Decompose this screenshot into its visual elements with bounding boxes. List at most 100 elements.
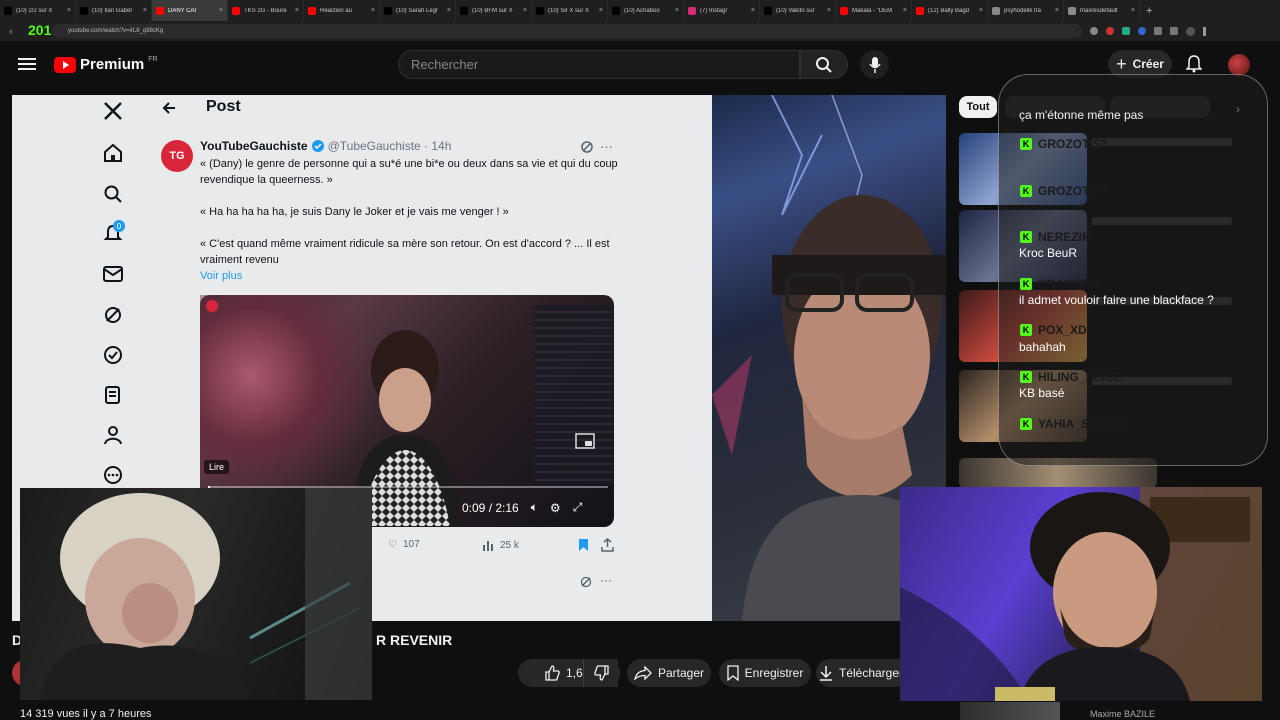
chip-all[interactable]: Tout: [959, 96, 997, 118]
extension-icon[interactable]: [1122, 27, 1130, 35]
tab-close-icon[interactable]: ×: [523, 7, 527, 14]
more-icon: [100, 462, 126, 488]
tab-close-icon[interactable]: ×: [295, 7, 299, 14]
chat-username: K GROZOTIST: [1020, 137, 1108, 151]
browser-tab[interactable]: (10) BFM sur X ×: [456, 0, 532, 21]
picture-in-picture-icon: [575, 433, 595, 454]
save-button[interactable]: Enregistrer: [719, 659, 811, 687]
tweet-video-channel-badge: [206, 300, 218, 312]
chat-username: K HILING_ALICE: [1020, 370, 1121, 384]
tab-close-icon[interactable]: ×: [143, 7, 147, 14]
webcam-left-person: [40, 488, 372, 700]
menu-icon[interactable]: [1203, 26, 1206, 36]
chat-message-text: Kroc BeuR: [1019, 246, 1078, 260]
kick-badge-icon: K: [1020, 278, 1032, 290]
browser-tab[interactable]: (10) Vakito sur ×: [760, 0, 836, 21]
browser-tab[interactable]: (12) Bally Bagd ×: [912, 0, 988, 21]
url-text: youtube.com/watch?v=irL8_q88cKg: [68, 28, 164, 34]
logo-text: Premium: [80, 56, 145, 73]
tab-close-icon[interactable]: ×: [371, 7, 375, 14]
youtube-logo[interactable]: Premium FR: [54, 56, 158, 73]
download-icon[interactable]: [1170, 27, 1178, 35]
tab-close-icon[interactable]: ×: [1055, 7, 1059, 14]
extension-icon[interactable]: [1106, 27, 1114, 35]
search-icon: [816, 56, 832, 73]
avatar[interactable]: [1228, 54, 1250, 76]
tab-title: psyhodelik tra: [1004, 7, 1042, 14]
tab-title: (10) Ilan Gabet: [92, 7, 133, 14]
tab-close-icon[interactable]: ×: [447, 7, 451, 14]
like-count: 107: [402, 539, 420, 550]
share-arrow-icon: [634, 666, 652, 680]
tab-close-icon[interactable]: ×: [675, 7, 679, 14]
download-button[interactable]: Télécharger: [816, 659, 906, 687]
browser-tab[interactable]: maxresdefault ×: [1064, 0, 1140, 21]
browser-tab[interactable]: (10) Ilan Gabet ×: [76, 0, 152, 21]
browser-tab[interactable]: DANY CAI ×: [152, 0, 228, 21]
new-tab-icon[interactable]: +: [1140, 5, 1158, 17]
fullscreen-icon: ⤢: [572, 500, 583, 514]
browser-tab[interactable]: (10) Sir X sur X ×: [532, 0, 608, 21]
address-bar[interactable]: youtube.com/watch?v=irL8_q88cKg: [52, 24, 1082, 38]
kick-badge-icon: K: [1020, 418, 1032, 430]
kick-badge-icon: K: [1020, 138, 1032, 150]
recommended-thumbnail[interactable]: [960, 702, 1060, 720]
thumbs-down-icon: [594, 665, 609, 681]
search-input[interactable]: Rechercher: [398, 50, 800, 79]
hamburger-menu-icon[interactable]: [18, 56, 36, 72]
bookmark-icon: [578, 538, 589, 557]
view-count-and-date: 14 319 vues il y a 7 heures: [20, 708, 152, 720]
volume-icon: 🔈︎: [530, 500, 538, 514]
browser-tab[interactable]: (10) 2/2 sur X ×: [0, 0, 76, 21]
extension-icon[interactable]: [1138, 27, 1146, 35]
tab-favicon-icon: [384, 6, 392, 15]
browser-tab[interactable]: (7) Instagr ×: [684, 0, 760, 21]
profile-icon[interactable]: [1186, 26, 1195, 36]
browser-tab[interactable]: (10) Achaboo ×: [608, 0, 684, 21]
create-label: Créer: [1132, 57, 1164, 71]
share-button[interactable]: Partager: [627, 659, 711, 687]
chat-username: K GROZOTIST: [1020, 184, 1108, 198]
kick-badge-icon: K: [1020, 324, 1032, 336]
browser-tab[interactable]: psyhodelik tra ×: [988, 0, 1064, 21]
kick-badge-icon: K: [1020, 185, 1032, 197]
tab-title: DANY CAI: [168, 7, 197, 14]
tab-close-icon[interactable]: ×: [67, 7, 71, 14]
tab-favicon-icon: [764, 6, 772, 15]
extension-icon[interactable]: [1090, 27, 1098, 35]
show-more-link: Voir plus: [200, 270, 243, 282]
puzzle-icon[interactable]: [1154, 27, 1162, 35]
tab-close-icon[interactable]: ×: [599, 7, 603, 14]
browser-tab[interactable]: Makala - "DEM ×: [836, 0, 912, 21]
thumbs-up-icon: [545, 665, 560, 681]
tab-favicon-icon: [536, 6, 544, 15]
search-button[interactable]: [800, 50, 848, 79]
download-arrow-icon: [819, 666, 832, 681]
browser-tab[interactable]: TKS 2G - Bouré ×: [228, 0, 304, 21]
tab-close-icon[interactable]: ×: [751, 7, 755, 14]
explore-icon: [100, 181, 126, 207]
chat-message-text: bahahah: [1019, 340, 1066, 354]
tweet-video-background-screen: [535, 305, 613, 485]
tab-title: (10) Sarah Legr: [396, 7, 439, 14]
post-header: Post: [206, 98, 241, 115]
share-label: Partager: [657, 666, 705, 680]
plus-icon: +: [1116, 53, 1127, 74]
tab-title: (7) Instagr: [700, 7, 728, 14]
back-icon[interactable]: ‹: [4, 24, 18, 38]
chat-username: K BRASIERS: [1020, 277, 1100, 291]
tab-favicon-icon: [4, 6, 12, 15]
browser-tab[interactable]: (10) Sarah Legr ×: [380, 0, 456, 21]
kick-badge-icon: K: [1020, 231, 1032, 243]
tab-close-icon[interactable]: ×: [827, 7, 831, 14]
voice-search-button[interactable]: [860, 50, 889, 79]
browser-tab[interactable]: Réaction au ×: [304, 0, 380, 21]
chat-message-text: KB basé: [1019, 386, 1065, 400]
tab-close-icon[interactable]: ×: [979, 7, 983, 14]
tab-close-icon[interactable]: ×: [1131, 7, 1135, 14]
tab-close-icon[interactable]: ×: [219, 7, 223, 14]
dislike-button[interactable]: [583, 659, 620, 687]
tab-close-icon[interactable]: ×: [903, 7, 907, 14]
notifications-bell-icon[interactable]: [1186, 55, 1202, 73]
notification-count-badge: 0: [113, 220, 125, 232]
